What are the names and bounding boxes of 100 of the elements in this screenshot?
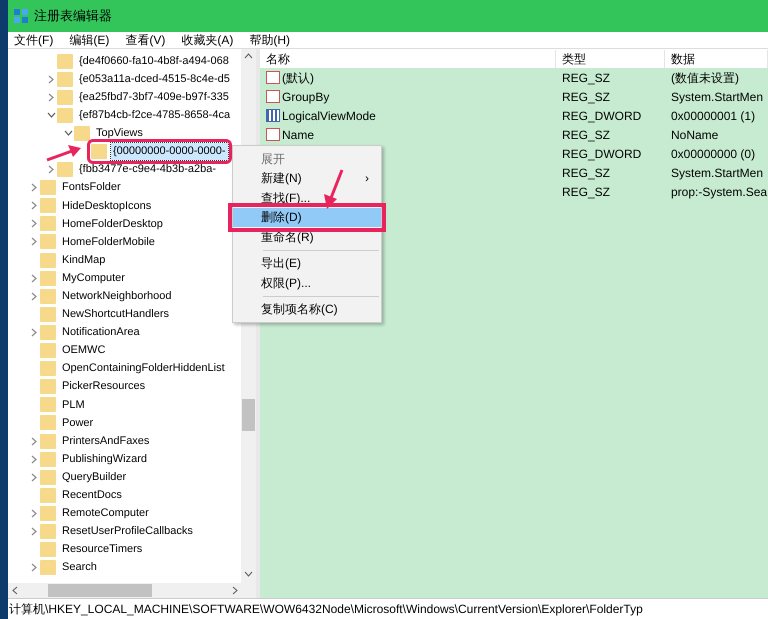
menu-item[interactable]: 编辑(E) — [67, 31, 112, 49]
value-data: 0x00000000 (0) — [670, 146, 756, 162]
tree-item[interactable]: OEMWC — [60, 342, 108, 359]
value-name[interactable]: Name — [282, 126, 314, 144]
folder-icon — [40, 361, 56, 376]
folder-icon — [57, 90, 73, 105]
folder-icon — [40, 288, 56, 304]
tree-item[interactable]: PickerResources — [60, 378, 148, 395]
tree-item[interactable]: OpenContainingFolderHiddenList — [60, 360, 227, 377]
window-title: 注册表编辑器 — [34, 7, 112, 26]
folder-icon — [40, 216, 56, 232]
tree-item[interactable]: RemoteComputer — [60, 505, 151, 522]
tree-item[interactable]: MyComputer — [60, 270, 127, 286]
expand-icon[interactable] — [30, 328, 38, 337]
value-data: 0x00000001 (1) — [670, 108, 756, 124]
folder-icon — [40, 452, 56, 467]
tree-item[interactable]: ResourceTimers — [60, 541, 144, 558]
menu-item[interactable]: 帮助(H) — [247, 31, 292, 49]
tree-item[interactable]: {ef87b4cb-f2ce-4785-8658-4ca — [77, 107, 232, 124]
value-type: REG_DWORD — [561, 146, 642, 162]
tree-item[interactable]: {e053a11a-dced-4515-8c4e-d5 — [77, 70, 232, 88]
column-header[interactable]: 名称 — [260, 50, 556, 68]
tree-item[interactable]: HomeFolderMobile — [60, 234, 157, 250]
menu-item[interactable]: 权限(P)... — [233, 273, 381, 292]
folder-icon — [40, 488, 56, 503]
folder-icon — [40, 343, 56, 358]
folder-icon — [57, 54, 73, 69]
folder-icon — [40, 180, 56, 196]
tree-item[interactable]: Power — [60, 414, 96, 432]
value-data: System.StartMen — [670, 164, 764, 182]
menu-item[interactable]: 复制项名称(C) — [233, 300, 381, 319]
menu-item[interactable]: 新建(N) › — [233, 168, 381, 188]
expand-icon[interactable] — [30, 563, 38, 572]
value-type: REG_SZ — [561, 70, 612, 86]
tree-item[interactable]: {ea25fbd7-3bf7-409e-b97f-335 — [77, 88, 231, 106]
folder-icon — [74, 126, 90, 141]
folder-icon — [40, 252, 56, 268]
scroll-up-icon[interactable] — [244, 53, 253, 59]
column-header[interactable]: 类型 — [556, 50, 665, 68]
folder-icon — [40, 270, 56, 286]
menu-item[interactable]: 导出(E) — [233, 254, 381, 273]
menu-item[interactable]: 删除(D) — [233, 208, 381, 227]
collapse-icon[interactable] — [64, 130, 72, 137]
status-path: 计算机\HKEY_LOCAL_MACHINE\SOFTWARE\WOW6432Node\Microsoft\Windows\CurrentVersion\Explorer\FolderTyp — [8, 598, 768, 619]
tree-item[interactable]: TopViews — [94, 125, 145, 142]
tree-item[interactable]: QueryBuilder — [60, 468, 128, 486]
menu-item[interactable]: 收藏夹(A) — [179, 31, 236, 49]
scroll-left-icon[interactable] — [12, 586, 18, 595]
tree-item[interactable]: FontsFolder — [60, 179, 123, 196]
scroll-right-icon[interactable] — [232, 586, 238, 595]
value-type: REG_SZ — [561, 126, 612, 144]
string-value-icon — [266, 71, 280, 84]
folder-icon — [40, 506, 56, 521]
value-type: REG_DWORD — [561, 108, 642, 124]
folder-icon — [91, 144, 107, 160]
folder-icon — [40, 198, 56, 214]
folder-icon — [40, 379, 56, 394]
value-type: REG_SZ — [561, 164, 612, 182]
menu-item[interactable]: 文件(F) — [12, 31, 56, 49]
folder-icon — [40, 324, 56, 340]
folder-icon — [57, 162, 73, 178]
value-type: REG_SZ — [561, 88, 612, 106]
menu-item[interactable]: 查看(V) — [123, 31, 168, 49]
tree-item[interactable]: PrintersAndFaxes — [60, 432, 152, 450]
value-name[interactable]: (默认) — [282, 68, 314, 86]
horizontal-scrollbar[interactable] — [8, 583, 256, 598]
tree-item[interactable]: HomeFolderDesktop — [60, 216, 165, 232]
tree-item[interactable]: HideDesktopIcons — [60, 198, 154, 214]
tree-item[interactable]: Search — [60, 559, 99, 576]
tree-item[interactable]: RecentDocs — [60, 487, 124, 504]
column-header[interactable]: 数据 — [665, 50, 768, 68]
tree-item[interactable]: NotificationArea — [60, 324, 142, 341]
folder-icon — [57, 72, 73, 87]
string-value-icon — [266, 90, 280, 103]
value-name[interactable]: GroupBy — [282, 88, 330, 106]
folder-icon — [40, 542, 56, 558]
tree-item[interactable]: {fbb3477e-c9e4-4b3b-a2ba- — [77, 161, 218, 178]
registry-icon — [14, 9, 28, 23]
scrollbar-thumb[interactable] — [48, 584, 152, 597]
tree-item[interactable]: NewShortcutHandlers — [60, 306, 171, 323]
folder-icon — [57, 108, 73, 123]
tree-item[interactable]: ResetUserProfileCallbacks — [60, 523, 195, 540]
tree-item[interactable]: PLM — [60, 396, 87, 414]
tree-item[interactable]: {de4f0660-fa10-4b8f-a494-068 — [77, 52, 231, 70]
tree-item[interactable]: KindMap — [60, 252, 108, 268]
tree-item[interactable]: {00000000-0000-0000- — [111, 143, 228, 160]
scrollbar-thumb[interactable] — [242, 399, 255, 431]
tree-item[interactable]: NetworkNeighborhood — [60, 288, 174, 305]
string-value-icon — [266, 128, 280, 141]
scroll-down-icon[interactable] — [244, 571, 253, 577]
value-data: System.StartMen — [670, 88, 764, 106]
expand-icon[interactable] — [48, 165, 54, 174]
folder-icon — [40, 234, 56, 250]
tree-item[interactable]: PublishingWizard — [60, 450, 149, 468]
pointer-arrow — [322, 168, 346, 210]
collapse-icon[interactable] — [46, 112, 56, 119]
value-type: REG_SZ — [561, 184, 612, 200]
value-data: (数值未设置) — [670, 70, 740, 86]
folder-icon — [40, 306, 56, 322]
value-name[interactable]: LogicalViewMode — [282, 106, 376, 124]
